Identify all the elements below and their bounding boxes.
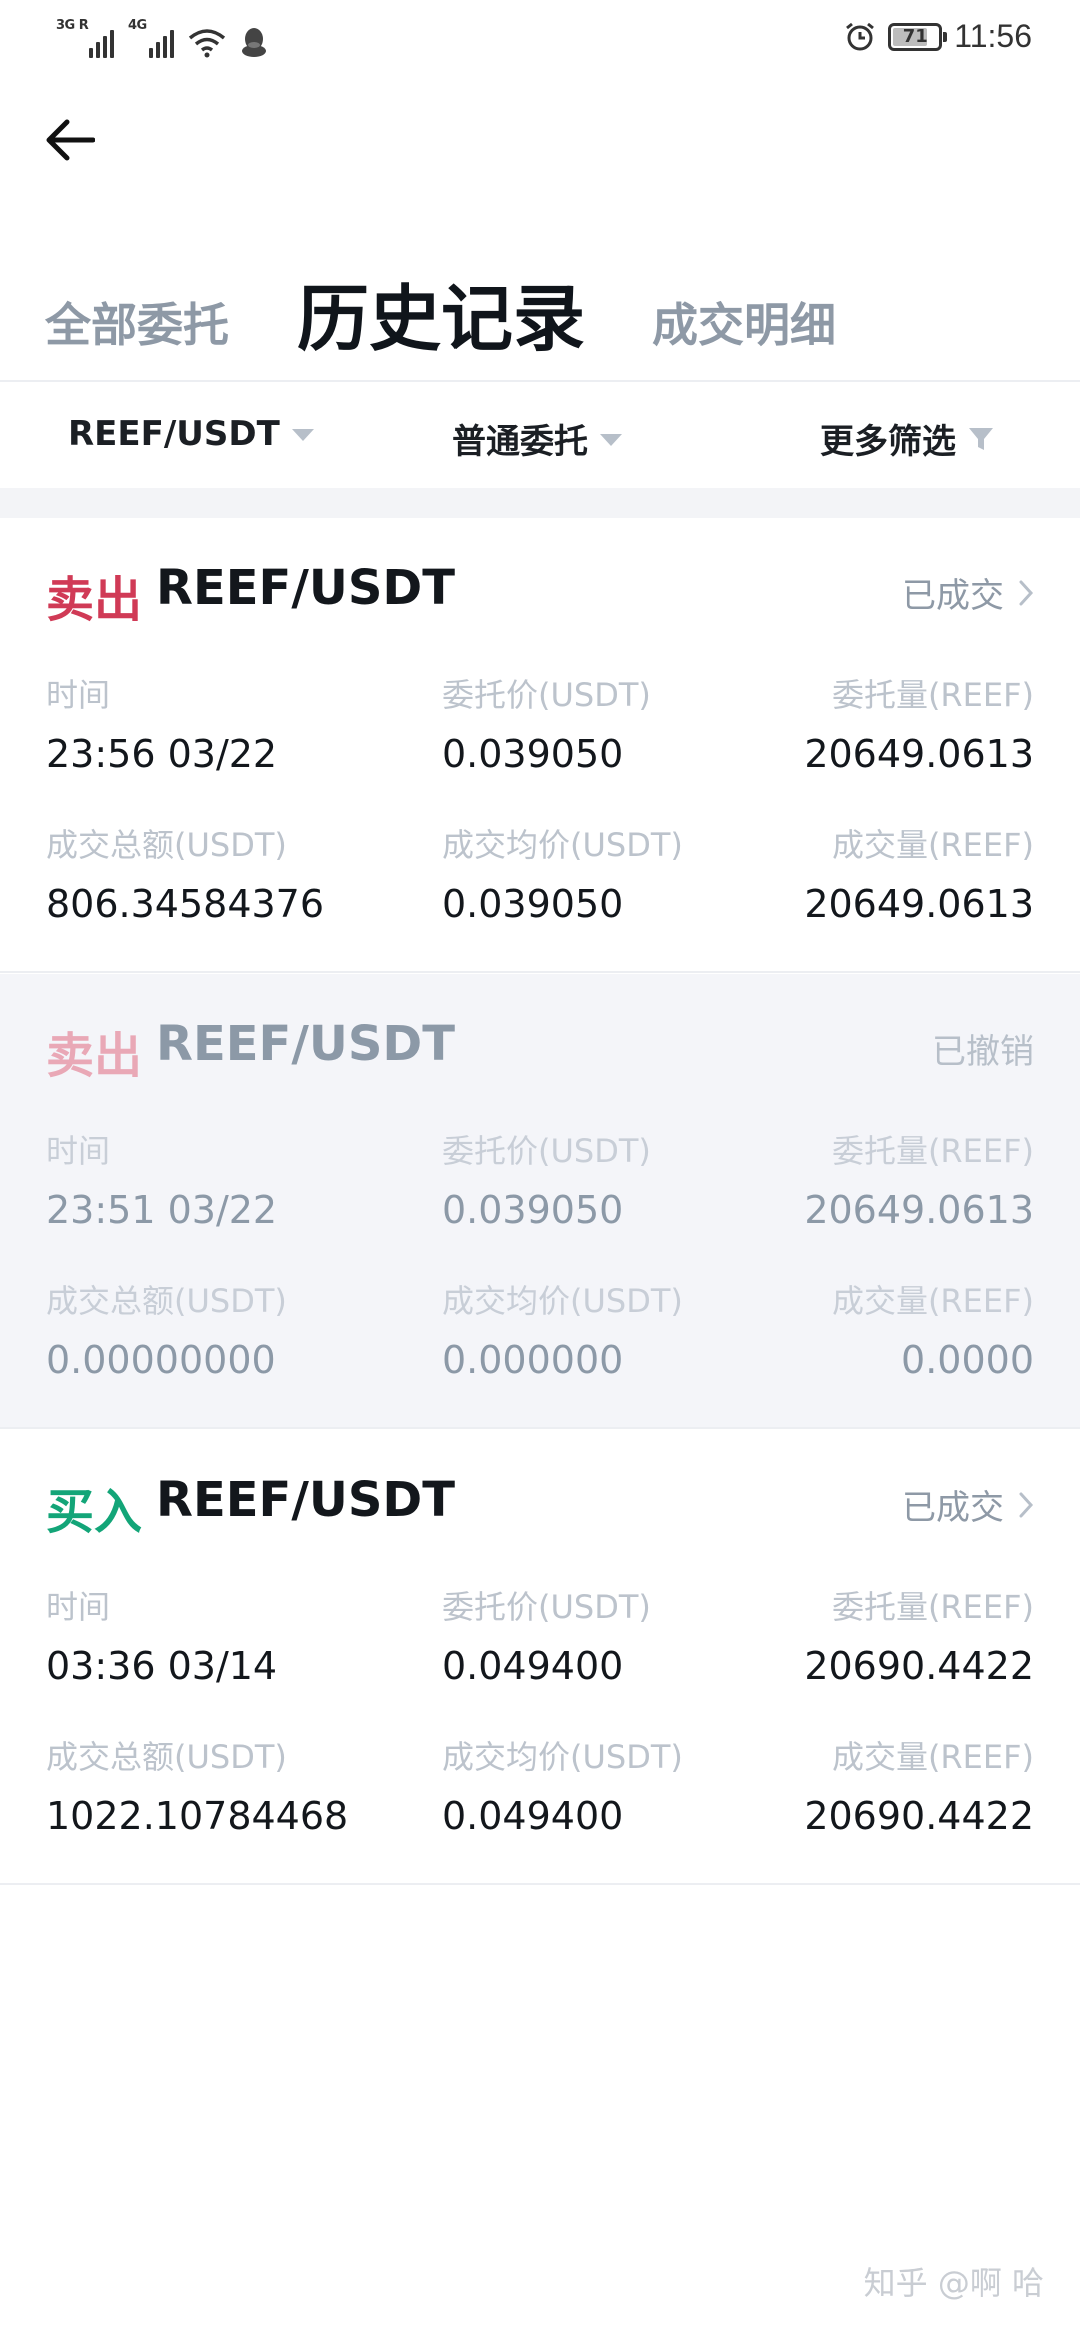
- pair-filter-dropdown[interactable]: REEF/USDT: [68, 414, 314, 454]
- order-status: 已成交: [902, 1488, 1004, 1528]
- order-type-label: 普通委托: [452, 422, 588, 462]
- pair-filter-label: REEF/USDT: [68, 414, 280, 454]
- filter-bar: REEF/USDT 普通委托 更多筛选: [0, 382, 1080, 488]
- label-time: 时间: [46, 1132, 111, 1170]
- value-filled-amount: 0.0000: [901, 1338, 1034, 1382]
- value-time: 23:56 03/22: [46, 732, 278, 776]
- value-time: 03:36 03/14: [46, 1644, 278, 1688]
- signal-type-label: 3G R: [56, 18, 89, 33]
- order-tabs: 全部委托 历史记录 成交明细: [45, 255, 1045, 365]
- order-pair: REEF/USDT: [156, 560, 456, 616]
- order-side: 卖出: [46, 572, 143, 628]
- label-filled-total: 成交总额(USDT): [46, 826, 287, 864]
- label-time: 时间: [46, 1588, 111, 1626]
- order-status: 已撤销: [932, 1032, 1034, 1072]
- arrow-left-icon: [46, 119, 95, 161]
- status-right: 71 11:56: [844, 18, 1032, 55]
- chevron-right-icon: [1019, 1492, 1034, 1517]
- chevron-right-icon: [1019, 580, 1034, 605]
- value-avg-price: 0.049400: [442, 1794, 624, 1838]
- order-status-link[interactable]: 已成交: [902, 568, 1034, 617]
- label-filled-amount: 成交量(REEF): [831, 826, 1034, 864]
- order-card[interactable]: 卖出 REEF/USDT 已成交 时间 委托价(USDT) 委托量(REEF) …: [0, 518, 1080, 973]
- value-order-amount: 20690.4422: [804, 1644, 1034, 1688]
- cellular-signal-icon: 3G R: [56, 18, 114, 58]
- value-order-amount: 20649.0613: [804, 1188, 1034, 1232]
- label-order-price: 委托价(USDT): [442, 676, 651, 714]
- order-pair: REEF/USDT: [156, 1016, 456, 1072]
- value-order-price: 0.039050: [442, 1188, 624, 1232]
- order-status-link: 已撤销: [932, 1024, 1034, 1073]
- tab-history[interactable]: 历史记录: [297, 260, 585, 365]
- order-card-cancelled[interactable]: 卖出 REEF/USDT 已撤销 时间 委托价(USDT) 委托量(REEF) …: [0, 974, 1080, 1429]
- value-avg-price: 0.000000: [442, 1338, 624, 1382]
- label-order-price: 委托价(USDT): [442, 1588, 651, 1626]
- label-time: 时间: [46, 676, 111, 714]
- label-filled-amount: 成交量(REEF): [831, 1738, 1034, 1776]
- label-filled-total: 成交总额(USDT): [46, 1738, 287, 1776]
- wifi-icon: [188, 29, 226, 58]
- order-title: 卖出 REEF/USDT: [46, 560, 455, 630]
- label-avg-price: 成交均价(USDT): [442, 1738, 683, 1776]
- alarm-icon: [846, 22, 875, 50]
- tab-trade-details[interactable]: 成交明细: [652, 289, 836, 355]
- status-left: 3G R 4G: [56, 18, 268, 58]
- caret-down-icon: [291, 429, 314, 441]
- order-title: 卖出 REEF/USDT: [46, 1016, 455, 1086]
- value-filled-total: 1022.10784468: [46, 1794, 349, 1838]
- order-side: 卖出: [46, 1028, 143, 1084]
- funnel-icon: [969, 427, 993, 450]
- label-order-amount: 委托量(REEF): [831, 676, 1034, 714]
- value-filled-total: 0.00000000: [46, 1338, 276, 1382]
- value-order-amount: 20649.0613: [804, 732, 1034, 776]
- label-filled-total: 成交总额(USDT): [46, 1282, 287, 1320]
- label-order-amount: 委托量(REEF): [831, 1588, 1034, 1626]
- more-filters-button[interactable]: 更多筛选: [820, 414, 994, 463]
- back-button[interactable]: [42, 112, 98, 168]
- cellular-signal-2-icon: 4G: [128, 18, 174, 58]
- value-time: 23:51 03/22: [46, 1188, 278, 1232]
- label-order-price: 委托价(USDT): [442, 1132, 651, 1170]
- order-side: 买入: [46, 1484, 143, 1540]
- status-bar: 3G R 4G 71 11:56: [0, 0, 1080, 74]
- caret-down-icon: [600, 433, 622, 446]
- order-status: 已成交: [902, 576, 1004, 616]
- battery-icon: 71: [888, 22, 948, 51]
- value-filled-total: 806.34584376: [46, 882, 325, 926]
- order-pair: REEF/USDT: [156, 1472, 456, 1528]
- value-avg-price: 0.039050: [442, 882, 624, 926]
- battery-level: 71: [902, 26, 928, 47]
- value-filled-amount: 20649.0613: [804, 882, 1034, 926]
- value-order-price: 0.039050: [442, 732, 624, 776]
- value-filled-amount: 20690.4422: [804, 1794, 1034, 1838]
- label-order-amount: 委托量(REEF): [831, 1132, 1034, 1170]
- tab-all-orders[interactable]: 全部委托: [45, 289, 229, 355]
- order-card[interactable]: 买入 REEF/USDT 已成交 时间 委托价(USDT) 委托量(REEF) …: [0, 1430, 1080, 1885]
- section-gap: [0, 488, 1080, 518]
- label-avg-price: 成交均价(USDT): [442, 826, 683, 864]
- status-time: 11:56: [954, 18, 1032, 54]
- signal-type-label-2: 4G: [128, 18, 147, 33]
- order-status-link[interactable]: 已成交: [902, 1480, 1034, 1529]
- qq-penguin-icon: [242, 28, 266, 57]
- order-type-dropdown[interactable]: 普通委托: [452, 414, 622, 463]
- value-order-price: 0.049400: [442, 1644, 624, 1688]
- label-avg-price: 成交均价(USDT): [442, 1282, 683, 1320]
- more-filters-label: 更多筛选: [820, 422, 956, 462]
- watermark: 知乎 @啊 哈: [863, 2264, 1044, 2302]
- label-filled-amount: 成交量(REEF): [831, 1282, 1034, 1320]
- order-title: 买入 REEF/USDT: [46, 1472, 455, 1542]
